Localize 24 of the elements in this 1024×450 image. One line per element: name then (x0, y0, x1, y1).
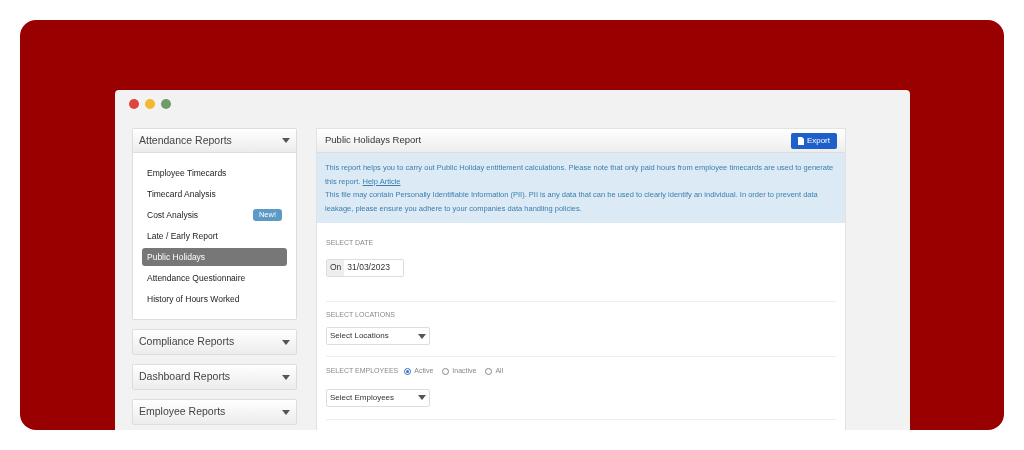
date-value: 31/03/2023 (346, 261, 391, 275)
section-header[interactable]: Attendance Reports (133, 129, 296, 153)
date-field[interactable]: On 31/03/2023 (326, 258, 404, 277)
section-header[interactable]: Dashboard Reports (133, 365, 296, 389)
employees-dropdown[interactable]: Select Employees (326, 388, 430, 407)
report-link[interactable]: Attendance Questionnaire (142, 269, 287, 287)
section-header[interactable]: Employee Reports (133, 400, 296, 424)
report-link[interactable]: Timecard Analysis (142, 185, 287, 203)
report-link[interactable]: History of Hours Worked (142, 290, 287, 308)
date-prefix: On (327, 259, 345, 276)
caret-icon (282, 339, 290, 345)
caret-icon (282, 409, 290, 415)
report-link[interactable]: Late / Early Report (142, 227, 287, 245)
report-link[interactable]: Employee Timecards (142, 164, 287, 182)
locations-dropdown[interactable]: Select Locations (326, 327, 430, 345)
caret-icon (418, 395, 426, 400)
report-title: Public Holidays Report (325, 133, 422, 148)
report-link[interactable]: Public Holidays (142, 248, 287, 266)
caret-icon (282, 374, 290, 380)
caret-icon (418, 333, 426, 339)
export-button[interactable]: Export (790, 132, 837, 149)
caret-icon (282, 138, 290, 143)
file-icon (797, 136, 804, 145)
section-header[interactable]: Compliance Reports (133, 330, 296, 354)
